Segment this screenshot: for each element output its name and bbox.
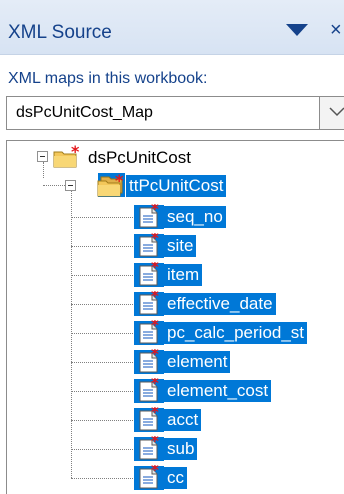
folder-required-icon: * xyxy=(52,142,82,175)
svg-text:*: * xyxy=(151,262,159,276)
xml-map-dropdown-button[interactable] xyxy=(319,97,344,129)
required-element-icon: * xyxy=(136,287,162,322)
tree-connector xyxy=(71,275,133,276)
tree-node-field[interactable]: cc xyxy=(164,467,187,489)
tree-node-field[interactable]: element_cost xyxy=(164,380,272,402)
xml-map-select[interactable]: dsPcUnitCost_Map xyxy=(6,96,344,130)
tree-connector xyxy=(71,449,133,450)
tree-connector xyxy=(71,217,133,218)
tree-connector xyxy=(71,304,133,305)
required-element-icon: * xyxy=(136,461,162,494)
tree-connector xyxy=(71,333,133,334)
tree-connector xyxy=(71,246,133,247)
svg-text:*: * xyxy=(151,320,159,334)
required-element-icon: * xyxy=(136,403,162,438)
tree-connector xyxy=(71,478,133,479)
tree-connector xyxy=(71,362,133,363)
tree-connector xyxy=(71,191,72,478)
svg-text:*: * xyxy=(151,233,159,247)
svg-text:*: * xyxy=(151,407,159,421)
pane-title-bar: XML Source × xyxy=(0,0,344,55)
repeating-folder-icon: * xyxy=(96,171,126,204)
required-element-icon: * xyxy=(136,229,162,264)
tree-node-root[interactable]: dsPcUnitCost xyxy=(85,147,194,169)
chevron-down-icon xyxy=(329,107,344,117)
tree-node-table[interactable]: ttPcUnitCost xyxy=(126,175,227,197)
xml-maps-label: XML maps in this workbook: xyxy=(8,70,208,87)
required-element-icon: * xyxy=(136,345,162,380)
collapse-toggle[interactable] xyxy=(37,151,48,162)
xml-source-pane: XML Source × XML maps in this workbook: … xyxy=(0,0,344,494)
svg-text:*: * xyxy=(151,291,159,305)
tree-connector xyxy=(71,391,133,392)
tree-node-field[interactable]: sub xyxy=(164,438,198,460)
svg-text:*: * xyxy=(115,173,124,190)
tree-connector xyxy=(43,185,65,186)
close-button[interactable]: × xyxy=(330,19,342,42)
svg-text:*: * xyxy=(151,465,159,479)
tree-node-field[interactable]: effective_date xyxy=(164,293,276,315)
svg-text:*: * xyxy=(151,204,159,218)
tree-connector xyxy=(71,420,133,421)
dropdown-triangle-icon[interactable] xyxy=(286,24,308,36)
required-element-icon: * xyxy=(136,432,162,467)
required-element-icon: * xyxy=(136,258,162,293)
svg-text:*: * xyxy=(151,436,159,450)
tree-node-field[interactable]: seq_no xyxy=(164,206,226,228)
pane-title: XML Source xyxy=(8,22,112,43)
svg-text:*: * xyxy=(71,144,80,161)
tree-node-field[interactable]: element xyxy=(164,351,231,373)
tree-node-field[interactable]: acct xyxy=(164,409,202,431)
svg-text:*: * xyxy=(151,349,159,363)
xml-map-select-value: dsPcUnitCost_Map xyxy=(16,104,153,121)
tree-node-field[interactable]: pc_calc_period_st xyxy=(164,322,308,344)
tree-node-field[interactable]: item xyxy=(164,264,203,286)
required-element-icon: * xyxy=(136,316,162,351)
tree-connector xyxy=(43,162,44,178)
required-element-icon: * xyxy=(136,374,162,409)
svg-text:*: * xyxy=(151,378,159,392)
collapse-toggle[interactable] xyxy=(65,180,76,191)
required-element-icon: * xyxy=(136,200,162,235)
tree-node-field[interactable]: site xyxy=(164,235,197,257)
